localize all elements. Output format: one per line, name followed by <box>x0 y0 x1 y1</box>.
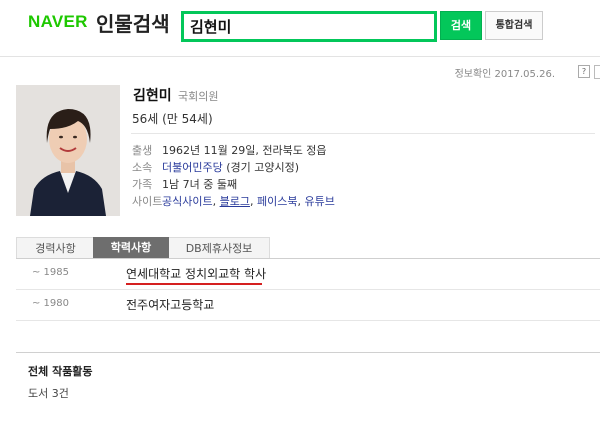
person-name: 김현미 <box>133 88 172 104</box>
education-school[interactable]: 연세대학교 정치외교학 학사 <box>126 265 266 282</box>
info-sites: 사이트공식사이트, 블로그, 페이스북, 유튜브 <box>132 195 335 208</box>
highlight-underline <box>126 283 262 285</box>
blog-link[interactable]: 블로그 <box>220 195 250 208</box>
total-search-button[interactable]: 통합검색 <box>485 11 543 40</box>
info-birth-label: 출생 <box>132 144 153 157</box>
facebook-link[interactable]: 페이스북 <box>257 195 297 208</box>
info-birth-value: 1962년 11월 29일, 전라북도 정읍 <box>162 144 327 157</box>
profile-divider <box>131 133 595 134</box>
help-icon[interactable]: ? <box>578 65 590 78</box>
profile-photo <box>16 85 120 216</box>
youtube-link[interactable]: 유튜브 <box>304 195 334 208</box>
education-row: ~ 1980 전주여자고등학교 <box>16 290 600 321</box>
search-header: NAVER 인물검색 검색 통합검색 <box>0 0 600 52</box>
info-confirm-date: 정보확인 2017.05.26. <box>454 69 555 80</box>
search-box[interactable] <box>181 11 437 42</box>
header-divider <box>0 56 600 57</box>
party-link[interactable]: 더불어민주당 <box>162 161 223 174</box>
district-text: (경기 고양시정) <box>222 161 300 174</box>
education-year: ~ 1980 <box>32 298 70 309</box>
naver-logo[interactable]: NAVER <box>28 12 88 32</box>
service-title[interactable]: 인물검색 <box>96 8 170 37</box>
official-site-link[interactable]: 공식사이트 <box>162 195 213 208</box>
info-family-value: 1남 7녀 중 둘째 <box>162 178 238 191</box>
education-row: ~ 1985 연세대학교 정치외교학 학사 <box>16 259 600 290</box>
works-count[interactable]: 도서 3건 <box>28 385 69 401</box>
tab-education[interactable]: 학력사항 <box>93 237 169 258</box>
portrait-image <box>16 85 120 216</box>
education-year: ~ 1985 <box>32 267 70 278</box>
tab-career[interactable]: 경력사항 <box>16 237 95 259</box>
info-site-label: 사이트 <box>132 195 163 208</box>
person-role: 국회의원 <box>178 90 219 103</box>
info-affiliation: 소속 더불어민주당 (경기 고양시정) <box>132 160 299 176</box>
person-age: 56세 (만 54세) <box>132 112 213 126</box>
works-title: 전체 작품활동 <box>28 365 93 378</box>
search-input[interactable] <box>184 14 436 39</box>
info-family: 가족 1남 7녀 중 둘째 <box>132 177 237 193</box>
tab-db-partner[interactable]: DB제휴사정보 <box>169 237 270 259</box>
info-family-label: 가족 <box>132 178 153 191</box>
works-divider <box>16 352 600 353</box>
info-affiliation-label: 소속 <box>132 161 153 174</box>
info-birth: 출생 1962년 11월 29일, 전라북도 정읍 <box>132 143 327 159</box>
education-school[interactable]: 전주여자고등학교 <box>126 296 214 313</box>
search-button[interactable]: 검색 <box>440 11 482 40</box>
side-panel-toggle[interactable] <box>594 65 600 79</box>
